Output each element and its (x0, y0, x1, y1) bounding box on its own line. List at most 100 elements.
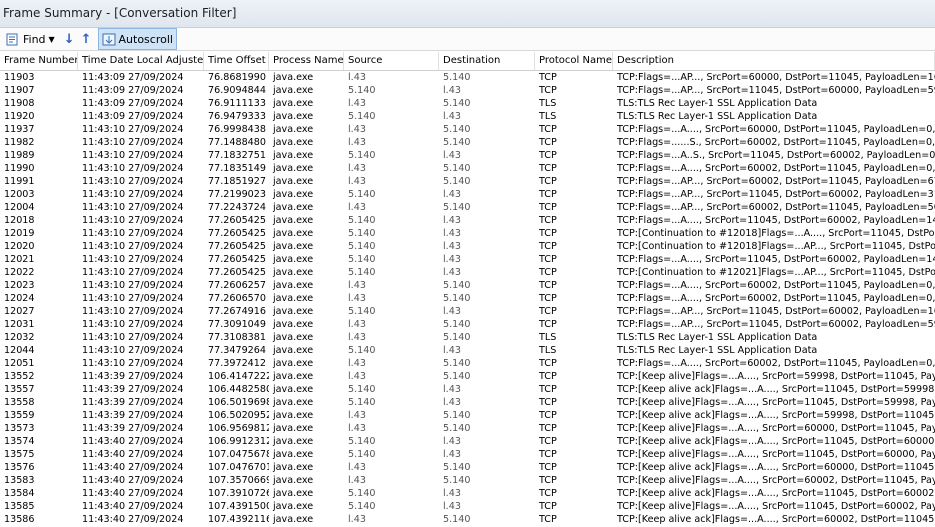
table-row[interactable]: 11991 11:43:10 27/09/2024 77.1851927 java.e… (0, 175, 935, 188)
table-row[interactable]: 13557 11:43:39 27/09/2024 106.4482580 java.… (0, 383, 935, 396)
table-row[interactable]: 13574 11:43:40 27/09/2024 106.9912312 java.… (0, 435, 935, 448)
cell-frame-number: 11920 (4, 111, 35, 122)
table-row[interactable]: 11903 11:43:09 27/09/2024 76.8681990 java.e… (0, 71, 935, 84)
cell-frame-number: 13576 (4, 462, 35, 473)
cell-description: TCP:Flags=...AP..., SrcPort=60002, DstPo… (617, 202, 935, 213)
cell-source: l.43 (348, 332, 366, 343)
cell-source: 5.140 (348, 111, 376, 122)
cell-frame-number: 12027 (4, 306, 35, 317)
cell-time-offset: 76.9094844 (208, 85, 266, 96)
cell-description: TCP:[Keep alive]Flags=...A...., SrcPort=… (617, 423, 935, 434)
table-row[interactable]: 12019 11:43:10 27/09/2024 77.2605425 java.e… (0, 227, 935, 240)
cell-frame-number: 12051 (4, 358, 35, 369)
table-row[interactable]: 13576 11:43:40 27/09/2024 107.0476701 java.… (0, 461, 935, 474)
table-row[interactable]: 11908 11:43:09 27/09/2024 76.9111133 java.e… (0, 97, 935, 110)
table-row[interactable]: 11990 11:43:10 27/09/2024 77.1835149 java.e… (0, 162, 935, 175)
cell-protocol: TCP (539, 371, 557, 382)
cell-protocol: TCP (539, 293, 557, 304)
table-row[interactable]: 12018 11:43:10 27/09/2024 77.2605425 java.e… (0, 214, 935, 227)
cell-time-date: 11:43:10 27/09/2024 (82, 319, 184, 330)
table-row[interactable]: 11989 11:43:10 27/09/2024 77.1832751 java.e… (0, 149, 935, 162)
table-row[interactable]: 13552 11:43:39 27/09/2024 106.4147222 java.… (0, 370, 935, 383)
column-header-time-offset[interactable]: Time Offset (204, 52, 269, 70)
cell-time-date: 11:43:40 27/09/2024 (82, 436, 184, 447)
cell-time-date: 11:43:40 27/09/2024 (82, 514, 184, 525)
arrow-up-icon[interactable]: ↑ (81, 32, 92, 47)
cell-time-offset: 77.2605425 (208, 215, 266, 226)
cell-destination: 5.140 (443, 410, 471, 421)
cell-source: 5.140 (348, 241, 376, 252)
table-row[interactable]: 12020 11:43:10 27/09/2024 77.2605425 java.e… (0, 240, 935, 253)
table-row[interactable]: 11920 11:43:09 27/09/2024 76.9479333 java.e… (0, 110, 935, 123)
table-row[interactable]: 13558 11:43:39 27/09/2024 106.5019698 java.… (0, 396, 935, 409)
table-row[interactable]: 12003 11:43:10 27/09/2024 77.2199023 java.e… (0, 188, 935, 201)
column-header-process-name[interactable]: Process Name (269, 52, 344, 70)
table-row[interactable]: 12032 11:43:10 27/09/2024 77.3108381 java.e… (0, 331, 935, 344)
cell-protocol: TCP (539, 189, 557, 200)
chevron-down-icon[interactable]: ▼ (49, 35, 55, 44)
table-row[interactable]: 12021 11:43:10 27/09/2024 77.2605425 java.e… (0, 253, 935, 266)
cell-time-offset: 76.9479333 (208, 111, 266, 122)
cell-description: TCP:Flags=...AP..., SrcPort=60002, DstPo… (617, 176, 935, 187)
cell-destination: 5.140 (443, 137, 471, 148)
table-row[interactable]: 13583 11:43:40 27/09/2024 107.3570669 java.… (0, 474, 935, 487)
cell-description: TLS:TLS Rec Layer-1 SSL Application Data (617, 345, 818, 356)
cell-time-date: 11:43:10 27/09/2024 (82, 215, 184, 226)
column-header-frame-number[interactable]: Frame Number (0, 52, 78, 70)
cell-process-name: java.exe (273, 475, 314, 486)
autoscroll-button[interactable]: Autoscroll (97, 28, 177, 50)
cell-process-name: java.exe (273, 189, 314, 200)
cell-time-date: 11:43:10 27/09/2024 (82, 202, 184, 213)
cell-source: 5.140 (348, 254, 376, 265)
table-row[interactable]: 11907 11:43:09 27/09/2024 76.9094844 java.e… (0, 84, 935, 97)
cell-protocol: TCP (539, 358, 557, 369)
table-row[interactable]: 13573 11:43:39 27/09/2024 106.9569812 java.… (0, 422, 935, 435)
table-row[interactable]: 12023 11:43:10 27/09/2024 77.2606257 java.e… (0, 279, 935, 292)
find-button[interactable]: Find ▼ (3, 29, 58, 49)
cell-process-name: java.exe (273, 163, 314, 174)
cell-protocol: TCP (539, 462, 557, 473)
cell-time-offset: 76.9998438 (208, 124, 266, 135)
table-row[interactable]: 12022 11:43:10 27/09/2024 77.2605425 java.e… (0, 266, 935, 279)
table-row[interactable]: 13575 11:43:40 27/09/2024 107.0475678 java.… (0, 448, 935, 461)
cell-frame-number: 13583 (4, 475, 35, 486)
column-header-destination[interactable]: Destination (439, 52, 535, 70)
cell-frame-number: 13573 (4, 423, 35, 434)
cell-frame-number: 12031 (4, 319, 35, 330)
table-row[interactable]: 11937 11:43:10 27/09/2024 76.9998438 java.e… (0, 123, 935, 136)
table-row[interactable]: 12027 11:43:10 27/09/2024 77.2674916 java.e… (0, 305, 935, 318)
column-header-time-date[interactable]: Time Date Local Adjusted (78, 52, 204, 70)
cell-protocol: TCP (539, 488, 557, 499)
cell-time-date: 11:43:09 27/09/2024 (82, 72, 184, 83)
cell-source: l.43 (348, 410, 366, 421)
cell-time-offset: 77.2199023 (208, 189, 266, 200)
cell-protocol: TCP (539, 163, 557, 174)
table-row[interactable]: 12044 11:43:10 27/09/2024 77.3479264 java.e… (0, 344, 935, 357)
table-row[interactable]: 12031 11:43:10 27/09/2024 77.3091049 java.e… (0, 318, 935, 331)
column-header-description[interactable]: Description (613, 52, 935, 70)
cell-frame-number: 11990 (4, 163, 35, 174)
cell-frame-number: 13552 (4, 371, 35, 382)
table-row[interactable]: 13584 11:43:40 27/09/2024 107.3910726 java.… (0, 487, 935, 500)
table-row[interactable]: 11982 11:43:10 27/09/2024 77.1488480 java.e… (0, 136, 935, 149)
cell-process-name: java.exe (273, 514, 314, 525)
cell-description: TCP:[Keep alive]Flags=...A...., SrcPort=… (617, 397, 935, 408)
cell-time-date: 11:43:09 27/09/2024 (82, 85, 184, 96)
table-row[interactable]: 12024 11:43:10 27/09/2024 77.2606570 java.e… (0, 292, 935, 305)
cell-process-name: java.exe (273, 371, 314, 382)
cell-process-name: java.exe (273, 306, 314, 317)
cell-destination: l.43 (443, 215, 461, 226)
table-row[interactable]: 13585 11:43:40 27/09/2024 107.4391500 java.… (0, 500, 935, 513)
cell-time-date: 11:43:10 27/09/2024 (82, 137, 184, 148)
table-row[interactable]: 12051 11:43:10 27/09/2024 77.3972412 java.e… (0, 357, 935, 370)
cell-protocol: TCP (539, 241, 557, 252)
column-header-source[interactable]: Source (344, 52, 439, 70)
table-row[interactable]: 13586 11:43:40 27/09/2024 107.4392116 java.… (0, 513, 935, 526)
cell-description: TCP:[Keep alive ack]Flags=...A...., SrcP… (617, 462, 935, 473)
table-row[interactable]: 13559 11:43:39 27/09/2024 106.5020952 java.… (0, 409, 935, 422)
cell-protocol: TCP (539, 423, 557, 434)
column-header-protocol-name[interactable]: Protocol Name (535, 52, 613, 70)
table-row[interactable]: 12004 11:43:10 27/09/2024 77.2243724 java.e… (0, 201, 935, 214)
arrow-down-icon[interactable]: ↓ (64, 32, 75, 47)
cell-time-date: 11:43:10 27/09/2024 (82, 150, 184, 161)
